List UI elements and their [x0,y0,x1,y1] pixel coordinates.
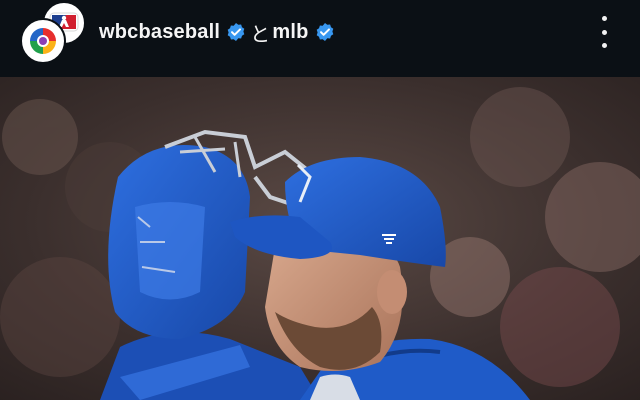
collab-avatars[interactable] [18,0,88,66]
verified-badge-icon [227,23,245,41]
more-options-button[interactable] [592,16,616,48]
post-owners: wbcbaseball と mlb [99,19,335,46]
owner-primary-link[interactable]: wbcbaseball [99,21,220,44]
post-photo[interactable] [0,77,640,400]
wbc-avatar[interactable] [20,18,66,64]
more-vertical-icon [601,16,607,21]
owner-separator: と [250,23,271,46]
wbc-logo-icon [24,22,62,60]
baseball-players-photo [0,77,640,400]
more-dot [601,29,607,35]
more-dot [601,43,607,48]
post-header: wbcbaseball と mlb [0,0,640,77]
verified-badge-icon [316,23,333,41]
owner-secondary-link[interactable]: mlb [272,21,308,44]
